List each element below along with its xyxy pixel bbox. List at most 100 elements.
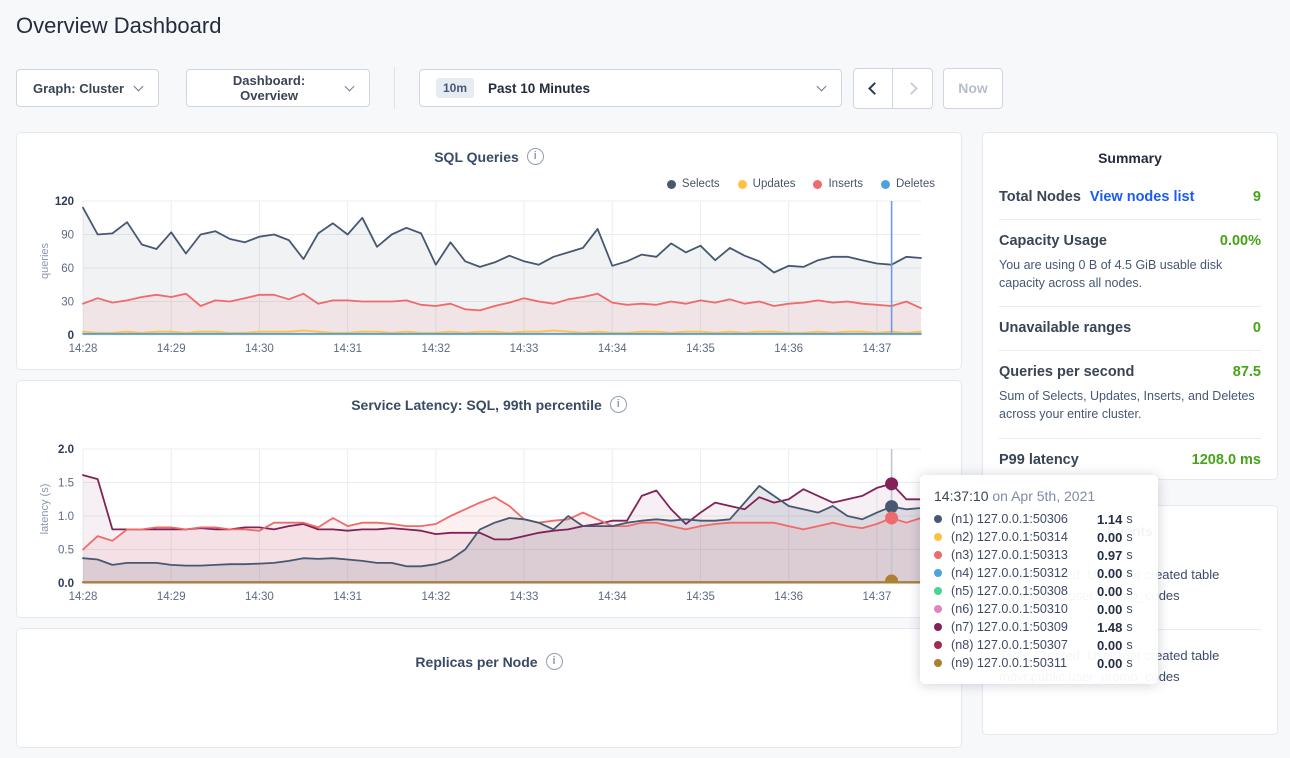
summary-description: Sum of Selects, Updates, Inserts, and De… <box>999 387 1261 423</box>
tooltip-node-label: (n3) 127.0.0.1:50313 <box>951 548 1097 562</box>
info-icon[interactable]: i <box>527 148 544 165</box>
tooltip-value: 0.00 <box>1097 602 1122 617</box>
tooltip-node-label: (n9) 127.0.0.1:50311 <box>951 656 1097 670</box>
svg-text:14:32: 14:32 <box>421 343 450 355</box>
svg-text:14:35: 14:35 <box>686 591 715 603</box>
chevron-left-icon <box>868 82 881 95</box>
tooltip-value: 0.00 <box>1097 656 1122 671</box>
page-title: Overview Dashboard <box>16 13 221 39</box>
time-next-button[interactable] <box>893 68 933 109</box>
summary-row-head: Queries per second87.5 <box>999 364 1261 380</box>
graph-dropdown[interactable]: Graph: Cluster <box>16 69 159 107</box>
summary-label: Capacity Usage <box>999 233 1107 249</box>
svg-text:14:31: 14:31 <box>333 591 362 603</box>
tooltip-time: 14:37:10 <box>934 488 989 504</box>
tooltip-value: 1.14 <box>1097 512 1122 527</box>
toolbar-divider <box>394 67 395 109</box>
legend-item-updates[interactable]: Updates <box>738 178 796 190</box>
summary-title: Summary <box>999 133 1261 176</box>
tooltip-value: 0.00 <box>1097 584 1122 599</box>
tooltip-series-dot <box>934 623 942 631</box>
chevron-down-icon <box>134 81 144 91</box>
legend-dot <box>813 180 822 189</box>
summary-row-head: Capacity Usage0.00% <box>999 233 1261 249</box>
summary-label: P99 latency <box>999 452 1079 468</box>
chart-title: SQL Queries <box>434 149 519 165</box>
tooltip-series-dot <box>934 569 942 577</box>
tooltip-unit: s <box>1126 512 1132 526</box>
svg-text:14:28: 14:28 <box>69 591 98 603</box>
svg-text:14:29: 14:29 <box>157 591 186 603</box>
tooltip-series-dot <box>934 587 942 595</box>
summary-label: Total Nodes <box>999 189 1081 205</box>
tooltip-value: 0.00 <box>1097 566 1122 581</box>
summary-row-head: Total Nodes View nodes list 9 <box>999 189 1261 205</box>
toolbar: Graph: Cluster Dashboard: Overview 10m P… <box>16 67 1003 109</box>
tooltip-node-label: (n7) 127.0.0.1:50309 <box>951 620 1097 634</box>
time-pager <box>853 68 933 109</box>
tooltip-row: (n5) 127.0.0.1:503080.00s <box>934 582 1144 600</box>
legend-item-deletes[interactable]: Deletes <box>881 178 935 190</box>
tooltip-date: on Apr 5th, 2021 <box>989 488 1096 504</box>
legend-item-inserts[interactable]: Inserts <box>813 178 863 190</box>
svg-text:14:29: 14:29 <box>157 343 186 355</box>
tooltip-node-label: (n8) 127.0.0.1:50307 <box>951 638 1097 652</box>
tooltip-node-label: (n6) 127.0.0.1:50310 <box>951 602 1097 616</box>
time-prev-button[interactable] <box>853 68 893 109</box>
sql-queries-chart[interactable]: 030609012014:2814:2914:3014:3114:3214:33… <box>35 193 935 359</box>
tooltip-unit: s <box>1126 530 1132 544</box>
svg-text:90: 90 <box>61 230 74 242</box>
summary-value: 1208.0 ms <box>1192 452 1261 468</box>
time-range-label: Past 10 Minutes <box>488 81 590 96</box>
legend-label: Deletes <box>896 178 935 190</box>
legend-label: Updates <box>753 178 796 190</box>
tooltip-row: (n7) 127.0.0.1:503091.48s <box>934 618 1144 636</box>
svg-text:14:28: 14:28 <box>69 343 98 355</box>
summary-row: P99 latency 1208.0 ms <box>999 438 1261 481</box>
service-latency-chart[interactable]: 0.00.51.01.52.014:2814:2914:3014:3114:32… <box>35 441 935 607</box>
svg-text:14:36: 14:36 <box>774 591 803 603</box>
tooltip-row: (n2) 127.0.0.1:503140.00s <box>934 528 1144 546</box>
legend-dot <box>881 180 890 189</box>
chevron-right-icon <box>905 82 918 95</box>
tooltip-series-dot <box>934 605 942 613</box>
svg-text:14:37: 14:37 <box>863 343 892 355</box>
charts-column: SQL Queries i Selects Updates Inserts Delet… <box>16 132 962 758</box>
tooltip-unit: s <box>1126 602 1132 616</box>
tooltip-value: 0.97 <box>1097 548 1122 563</box>
legend-dot <box>738 180 747 189</box>
dashboard-dropdown[interactable]: Dashboard: Overview <box>186 69 370 107</box>
graph-dropdown-label: Graph: Cluster <box>33 81 124 96</box>
svg-text:14:35: 14:35 <box>686 343 715 355</box>
svg-text:0.5: 0.5 <box>58 545 74 557</box>
chevron-down-icon <box>817 81 827 91</box>
summary-row-head: P99 latency 1208.0 ms <box>999 452 1261 468</box>
tooltip-node-label: (n2) 127.0.0.1:50314 <box>951 530 1097 544</box>
tooltip-row: (n8) 127.0.0.1:503070.00s <box>934 636 1144 654</box>
svg-text:14:33: 14:33 <box>510 591 539 603</box>
svg-text:14:30: 14:30 <box>245 591 274 603</box>
tooltip-series-dot <box>934 659 942 667</box>
info-icon[interactable]: i <box>610 396 627 413</box>
chart-hover-tooltip: 14:37:10 on Apr 5th, 2021 (n1) 127.0.0.1… <box>920 475 1158 684</box>
legend-label: Selects <box>682 178 720 190</box>
summary-label: Queries per second <box>999 364 1134 380</box>
tooltip-node-label: (n4) 127.0.0.1:50312 <box>951 566 1097 580</box>
chart-panel-sql-queries: SQL Queries i Selects Updates Inserts Delet… <box>16 132 962 370</box>
svg-text:14:34: 14:34 <box>598 591 627 603</box>
view-nodes-list-link[interactable]: View nodes list <box>1090 189 1195 205</box>
time-range-dropdown[interactable]: 10m Past 10 Minutes <box>419 69 842 107</box>
summary-row: Capacity Usage0.00%You are using 0 B of … <box>999 219 1261 306</box>
svg-text:1.0: 1.0 <box>58 511 74 523</box>
svg-text:14:34: 14:34 <box>598 343 627 355</box>
tooltip-row: (n6) 127.0.0.1:503100.00 s <box>934 600 1144 618</box>
legend-item-selects[interactable]: Selects <box>667 178 720 190</box>
svg-text:14:36: 14:36 <box>774 343 803 355</box>
info-icon[interactable]: i <box>546 653 563 670</box>
summary-row: Queries per second87.5 Sum of Selects, Up… <box>999 350 1261 437</box>
svg-text:0.0: 0.0 <box>58 578 74 590</box>
dashboard-dropdown-label: Dashboard: Overview <box>203 73 335 103</box>
now-button[interactable]: Now <box>943 68 1003 109</box>
summary-value: 9 <box>1253 189 1261 205</box>
summary-row: Unavailable ranges0 <box>999 306 1261 350</box>
